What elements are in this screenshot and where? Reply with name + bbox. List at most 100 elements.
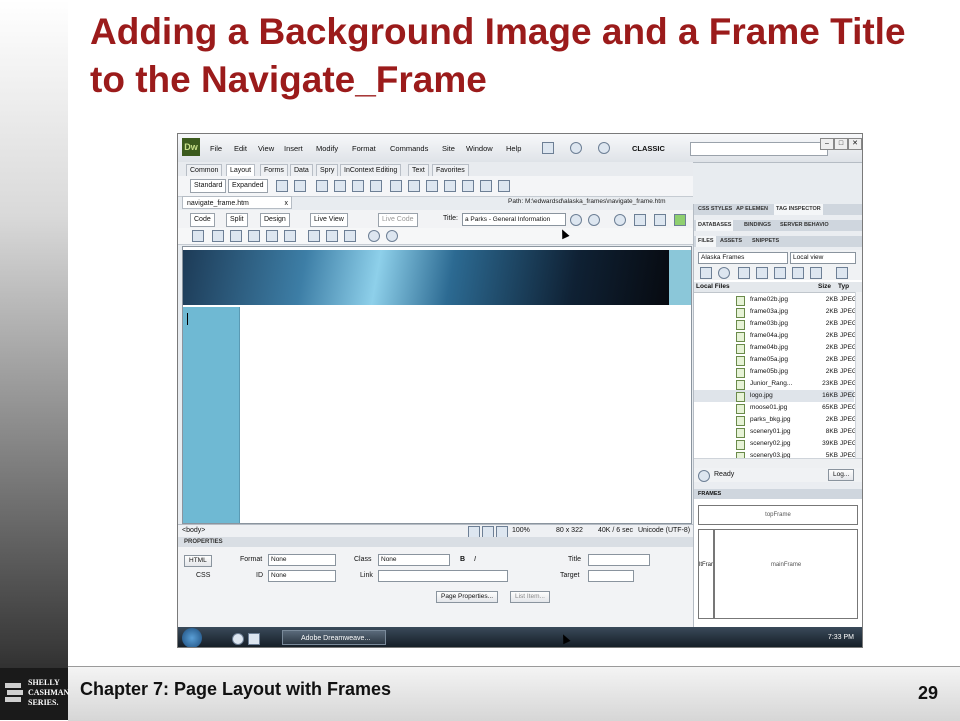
refresh-icon[interactable]: [614, 214, 626, 226]
properties-header[interactable]: PROPERTIES: [178, 537, 693, 547]
file-row[interactable]: moose01.jpg 65KB JPEG: [694, 402, 857, 414]
tab-databases[interactable]: DATABASES: [696, 220, 734, 231]
menu-edit[interactable]: Edit: [234, 144, 247, 153]
file-row[interactable]: frame05b.jpg 2KB JPEG: [694, 366, 857, 378]
frame-left[interactable]: ltFrar: [698, 529, 714, 619]
tab-assets[interactable]: ASSETS: [718, 236, 744, 247]
table-icon[interactable]: [276, 180, 288, 192]
sync-icon[interactable]: [810, 267, 822, 279]
col-type[interactable]: Typ: [838, 282, 849, 292]
menu-view[interactable]: View: [258, 144, 274, 153]
standard-button[interactable]: Standard: [190, 179, 227, 193]
col-local-files[interactable]: Local Files: [696, 282, 730, 292]
design-view-button[interactable]: Design: [260, 213, 290, 227]
tab-css-styles[interactable]: CSS STYLES: [696, 204, 734, 215]
file-row[interactable]: scenery03.jpg 5KB JPEG: [694, 450, 857, 458]
file-row[interactable]: frame04b.jpg 2KB JPEG: [694, 342, 857, 354]
close-button[interactable]: ✕: [848, 138, 862, 150]
put-files-icon[interactable]: [756, 267, 768, 279]
file-row[interactable]: scenery01.jpg 8KB JPEG: [694, 426, 857, 438]
close-tab-icon[interactable]: x: [285, 197, 289, 210]
tab-server-behaviors[interactable]: SERVER BEHAVIO: [778, 220, 831, 231]
maximize-button[interactable]: □: [834, 138, 848, 150]
target-select[interactable]: [588, 570, 634, 582]
workspace-switcher[interactable]: CLASSIC: [632, 144, 665, 153]
check-out-icon[interactable]: [774, 267, 786, 279]
tag-selector[interactable]: <body>: [182, 525, 205, 537]
file-row[interactable]: frame04a.jpg 2KB JPEG: [694, 330, 857, 342]
desktop-icon[interactable]: [248, 633, 260, 645]
frame-top[interactable]: topFrame: [698, 505, 858, 525]
new-file-icon[interactable]: [192, 230, 204, 242]
browse-bridge-icon[interactable]: [230, 230, 242, 242]
html-mode-button[interactable]: HTML: [184, 555, 212, 567]
frame-dropdown-icon[interactable]: [498, 180, 510, 192]
tab-files[interactable]: FILES: [696, 236, 716, 247]
file-row[interactable]: scenery02.jpg 39KB JPEG: [694, 438, 857, 450]
bold-button[interactable]: B: [460, 556, 465, 563]
list-item-button[interactable]: List Item...: [510, 591, 550, 603]
globe-icon[interactable]: [570, 214, 582, 226]
minimize-button[interactable]: –: [820, 138, 834, 150]
code-view-button[interactable]: Code: [190, 213, 215, 227]
file-row[interactable]: frame02b.jpg 2KB JPEG: [694, 294, 857, 306]
layer-icon[interactable]: [444, 180, 456, 192]
check-in-icon[interactable]: [792, 267, 804, 279]
site-select[interactable]: Alaska Frames: [698, 252, 788, 264]
file-row[interactable]: Junior_Rang... 23KB JPEG: [694, 378, 857, 390]
menu-commands[interactable]: Commands: [390, 144, 428, 153]
start-button[interactable]: [182, 628, 202, 647]
menu-modify[interactable]: Modify: [316, 144, 338, 153]
file-row[interactable]: logo.jpg 16KB JPEG: [694, 390, 857, 402]
gear-icon[interactable]: [570, 142, 582, 154]
table-grid-icon[interactable]: [390, 180, 402, 192]
spry-accordion-icon[interactable]: [370, 180, 382, 192]
div-icon[interactable]: [294, 180, 306, 192]
get-files-icon[interactable]: [738, 267, 750, 279]
css-mode-button[interactable]: CSS: [196, 572, 210, 579]
print-icon[interactable]: [284, 230, 296, 242]
document-tab[interactable]: navigate_frame.htm x: [182, 196, 292, 209]
user-icon[interactable]: [598, 142, 610, 154]
page-properties-button[interactable]: Page Properties...: [436, 591, 499, 603]
box-icon[interactable]: [462, 180, 474, 192]
file-row[interactable]: parks_bkg.jpg 2KB JPEG: [694, 414, 857, 426]
file-row[interactable]: frame03a.jpg 2KB JPEG: [694, 306, 857, 318]
tab-tag-inspector[interactable]: TAG INSPECTOR: [774, 204, 823, 215]
search-input[interactable]: [690, 142, 828, 156]
design-view[interactable]: [182, 246, 692, 524]
connect-icon[interactable]: [700, 267, 712, 279]
file-list-scrollbar[interactable]: [855, 292, 862, 458]
frame-main[interactable]: mainFrame: [714, 529, 858, 619]
taskbar-app-dreamweaver[interactable]: Adobe Dreamweave...: [282, 630, 386, 645]
ap-div-icon[interactable]: [316, 180, 328, 192]
cut-icon[interactable]: [308, 230, 320, 242]
open-folder-icon[interactable]: [212, 230, 224, 242]
redo-icon[interactable]: [386, 230, 398, 242]
expand-panel-icon[interactable]: [836, 267, 848, 279]
title-prop-field[interactable]: [588, 554, 650, 566]
frames-panel-header[interactable]: FRAMES: [694, 489, 862, 499]
file-row[interactable]: frame03b.jpg 2KB JPEG: [694, 318, 857, 330]
spry-tab-icon[interactable]: [352, 180, 364, 192]
save-all-icon[interactable]: [266, 230, 278, 242]
frames-icon[interactable]: [426, 180, 438, 192]
menu-help[interactable]: Help: [506, 144, 521, 153]
refresh-files-icon[interactable]: [718, 267, 730, 279]
check-page-icon[interactable]: [654, 214, 666, 226]
frameset-icon[interactable]: [480, 180, 492, 192]
file-row[interactable]: frame05a.jpg 2KB JPEG: [694, 354, 857, 366]
iframe-icon[interactable]: [408, 180, 420, 192]
col-size[interactable]: Size: [818, 282, 831, 292]
live-view-button[interactable]: Live View: [310, 213, 348, 227]
preview-icon[interactable]: [588, 214, 600, 226]
window-size[interactable]: 80 x 322: [556, 525, 583, 537]
paste-icon[interactable]: [344, 230, 356, 242]
menu-window[interactable]: Window: [466, 144, 493, 153]
link-field[interactable]: [378, 570, 508, 582]
menu-file[interactable]: File: [210, 144, 222, 153]
zoom-level[interactable]: 100%: [512, 525, 530, 537]
save-icon[interactable]: [248, 230, 260, 242]
undo-icon[interactable]: [368, 230, 380, 242]
expanded-button[interactable]: Expanded: [228, 179, 268, 193]
